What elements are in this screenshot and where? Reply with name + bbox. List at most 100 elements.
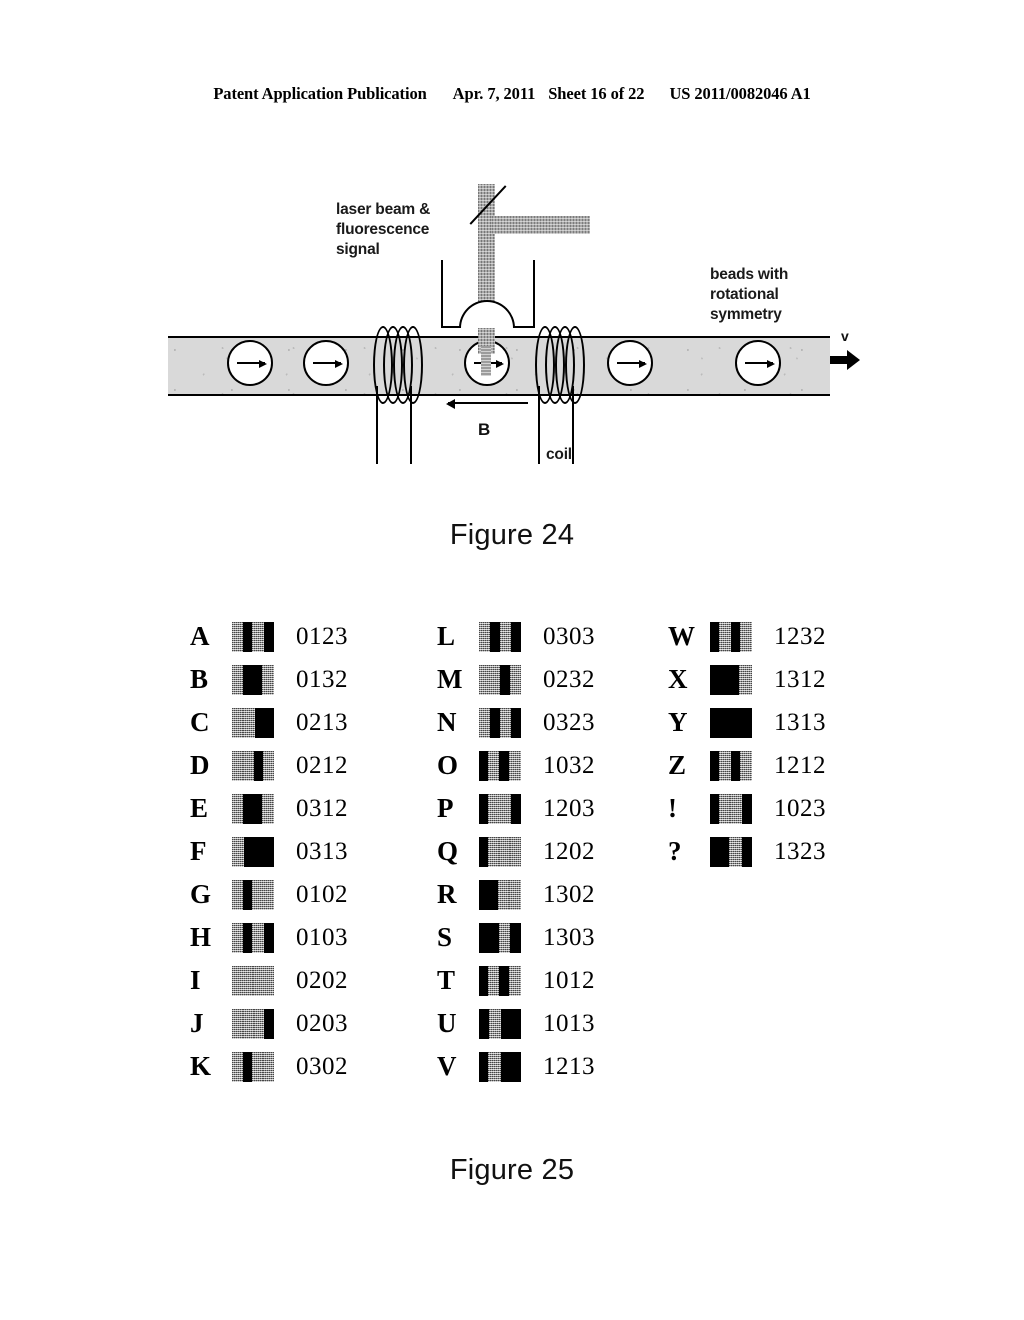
barcode-segment (232, 793, 243, 824)
barcode-segment (498, 879, 509, 910)
code-letter: K (190, 1051, 212, 1081)
code-digits: 1012 (543, 966, 595, 994)
barcode-segment (243, 707, 255, 738)
barcode-segment (252, 965, 264, 996)
barcode-segment (511, 707, 521, 738)
barcode-segment (499, 707, 512, 738)
barcode (710, 707, 752, 738)
barcode-segment (710, 750, 719, 781)
barcode-segment (232, 664, 243, 695)
barcode-segment (263, 836, 274, 867)
barcode-segment (243, 621, 252, 652)
code-letter: S (437, 922, 453, 952)
code-table-row: I 0202 (190, 959, 348, 1002)
barcode (479, 879, 521, 910)
code-table-row: J 0203 (190, 1002, 348, 1045)
barcode (232, 707, 274, 738)
fluorescence-signal-path (492, 216, 590, 234)
barcode-segment (255, 707, 264, 738)
barcode-segment (242, 1051, 253, 1082)
barcode (232, 621, 274, 652)
barcode-segment (243, 836, 255, 867)
barcode-segment (740, 621, 752, 652)
figure-24-caption: Figure 24 (449, 519, 575, 551)
code-digits: 0323 (543, 708, 595, 736)
barcode-segment (489, 707, 500, 738)
code-letter: A (190, 621, 210, 651)
barcode-segment (232, 707, 243, 738)
barcode (232, 922, 274, 953)
patent-header: Patent Application Publication Apr. 7, 2… (0, 84, 1024, 104)
code-table-row: T 1012 (437, 959, 595, 1002)
barcode-segment (710, 707, 720, 738)
barcode-segment (730, 621, 741, 652)
barcode-segment (500, 621, 511, 652)
barcode-segment (500, 1008, 511, 1039)
code-table-row: Y 1313 (668, 701, 826, 744)
code-digits: 1212 (774, 751, 826, 779)
barcode-segment (510, 1051, 521, 1082)
barcode-segment (710, 621, 719, 652)
barcode-segment (741, 836, 752, 867)
barcode-segment (488, 750, 499, 781)
barcode-segment (479, 922, 489, 953)
barcode (710, 621, 752, 652)
barcode-segment (719, 836, 730, 867)
barcode-segment (232, 879, 243, 910)
code-table-row: W 1232 (668, 615, 826, 658)
code-digits: 0312 (296, 794, 348, 822)
code-letter: W (668, 621, 695, 651)
barcode (479, 707, 521, 738)
barcode-segment (730, 793, 742, 824)
barcode-segment (263, 965, 274, 996)
barcode (232, 750, 274, 781)
barcode (710, 793, 752, 824)
barcode (479, 664, 521, 695)
objective-wall-right (533, 260, 535, 328)
code-digits: 1303 (543, 923, 595, 951)
barcode-segment (510, 1008, 521, 1039)
barcode-segment (479, 621, 490, 652)
code-digits: 0213 (296, 708, 348, 736)
code-digits: 1202 (543, 837, 595, 865)
barcode (232, 664, 274, 695)
code-letter: P (437, 793, 454, 823)
barcode-segment (710, 664, 720, 695)
barcode (479, 750, 521, 781)
barcode-segment (740, 750, 752, 781)
magnetic-field-label: B (478, 420, 491, 439)
code-table-row: U 1013 (437, 1002, 595, 1045)
code-letter: B (190, 664, 209, 694)
barcode-segment (719, 664, 730, 695)
code-digits: 1232 (774, 622, 826, 650)
header-document-number: US 2011/0082046 A1 (669, 84, 811, 103)
barcode-segment (499, 965, 509, 996)
barcode-segment (253, 1008, 265, 1039)
objective-foot-left (441, 326, 461, 328)
barcode-segment (511, 793, 521, 824)
barcode-segment (479, 836, 488, 867)
code-digits: 0123 (296, 622, 348, 650)
barcode-segment (719, 750, 731, 781)
barcode-segment (509, 879, 521, 910)
barcode-segment (742, 793, 752, 824)
barcode-segment (232, 1051, 243, 1082)
code-digits: 1313 (774, 708, 826, 736)
barcode-segment (710, 836, 720, 867)
code-table-row: C 0213 (190, 701, 348, 744)
code-table-row: K 0302 (190, 1045, 348, 1088)
header-date: Apr. 7, 2011 (452, 84, 536, 103)
objective-lens-icon (459, 300, 515, 328)
barcode-segment (487, 836, 500, 867)
header-sheet: Sheet 16 of 22 (548, 84, 645, 103)
code-letter: T (437, 965, 456, 995)
barcode-segment (511, 621, 521, 652)
code-table-row: G 0102 (190, 873, 348, 916)
laser-beam-focus (481, 346, 491, 376)
barcode-segment (232, 1008, 243, 1039)
code-letter: I (190, 965, 201, 995)
barcode-segment (253, 793, 262, 824)
barcode (232, 1008, 274, 1039)
code-letter: C (190, 707, 210, 737)
barcode-segment (264, 707, 274, 738)
